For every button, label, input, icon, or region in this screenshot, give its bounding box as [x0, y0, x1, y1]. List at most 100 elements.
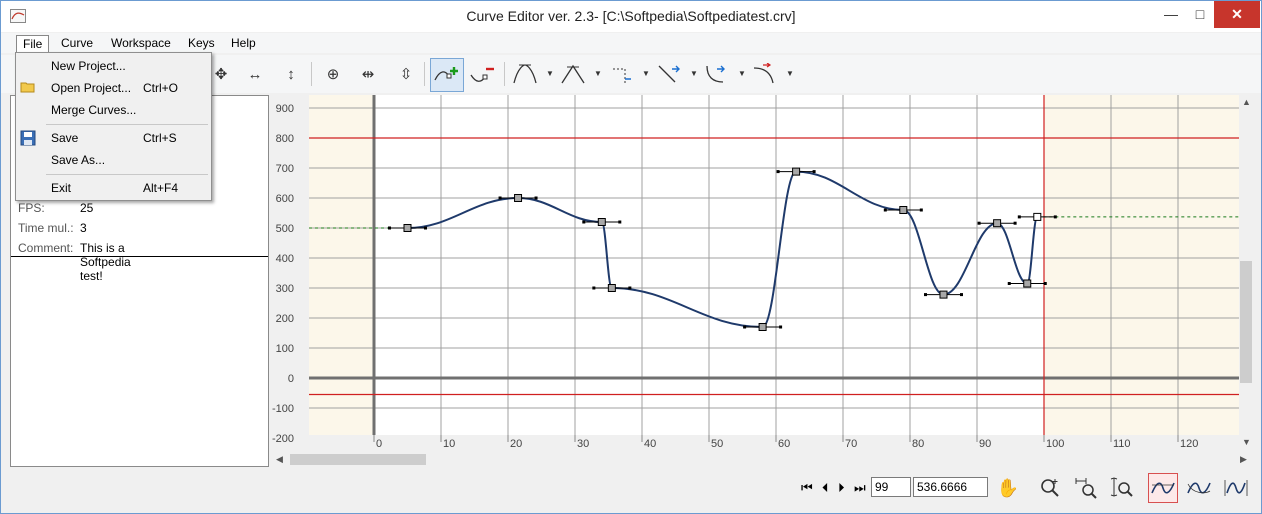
open-project-label: Open Project... [51, 81, 132, 95]
menu-separator [46, 124, 208, 125]
tangent-end [424, 226, 427, 230]
menu-item-new-project[interactable]: New Project... [16, 56, 211, 76]
x-tick-label: 110 [1113, 438, 1131, 449]
exit-shortcut: Alt+F4 [143, 181, 179, 195]
scroll-up-arrow-icon[interactable]: ▲ [1242, 97, 1251, 107]
y-tick-label: -100 [272, 403, 294, 415]
smooth-tangent-icon[interactable] [511, 60, 539, 88]
last-frame-icon[interactable]: ⏭ [854, 480, 866, 496]
curve-chart[interactable]: 900 800 700 600 500 400 300 200 100 0 -100 -200 0 10 2… [270, 95, 1253, 450]
previous-frame-icon[interactable]: ⏴ [822, 480, 829, 496]
scale-keys-icon[interactable]: ⊕ [319, 60, 347, 88]
add-key-icon[interactable] [430, 58, 464, 92]
horizontal-scrollbar[interactable]: ◀ ▶ [270, 450, 1253, 468]
menu-item-open-project[interactable]: Open Project... Ctrl+O [16, 78, 211, 98]
curve-chart-area[interactable]: 900 800 700 600 500 400 300 200 100 0 -100 -200 0 10 2… [270, 95, 1253, 450]
key-point[interactable] [597, 218, 606, 226]
menu-workspace[interactable]: Workspace [105, 35, 177, 53]
window-title: Curve Editor ver. 2.3- [C:\Softpedia\Sof… [466, 8, 796, 24]
zoom-icon[interactable] [1035, 473, 1065, 503]
application-window: Curve Editor ver. 2.3- [C:\Softpedia\Sof… [0, 0, 1262, 514]
time-mul-row: Time mul.: 3 [18, 221, 87, 235]
panel-divider [11, 256, 268, 257]
menu-keys[interactable]: Keys [182, 35, 221, 53]
key-point[interactable] [899, 206, 908, 214]
tangent-end [977, 221, 981, 225]
tangent-end [919, 208, 923, 212]
y-tick-label: -200 [272, 433, 294, 445]
menu-item-merge-curves[interactable]: Merge Curves... [16, 100, 211, 120]
scroll-right-arrow-icon[interactable]: ▶ [1240, 454, 1247, 465]
frame-input[interactable] [871, 477, 911, 497]
title-bar: Curve Editor ver. 2.3- [C:\Softpedia\Sof… [1, 1, 1261, 32]
scale-vertical-icon[interactable]: ⇳ [392, 60, 420, 88]
dropdown-arrow-icon[interactable]: ▼ [690, 69, 698, 78]
minimize-button[interactable]: — [1156, 1, 1186, 28]
y-tick-label: 500 [276, 223, 294, 235]
dropdown-arrow-icon[interactable]: ▼ [594, 69, 602, 78]
vertical-scroll-thumb[interactable] [1240, 261, 1252, 383]
key-point[interactable] [607, 284, 616, 292]
save-as-label: Save As... [51, 153, 106, 167]
tangent-end [534, 196, 538, 200]
key-point[interactable] [1023, 279, 1032, 288]
auto-tangent-icon[interactable] [750, 60, 778, 88]
key-point[interactable] [1033, 212, 1042, 221]
in-tangent-icon[interactable] [655, 60, 683, 88]
key-point[interactable] [514, 194, 523, 202]
key-value-input[interactable] [913, 477, 988, 497]
show-selected-curve-icon[interactable] [1184, 473, 1214, 503]
tangent-end [743, 325, 747, 329]
key-point[interactable] [758, 323, 767, 331]
menu-separator [46, 174, 208, 175]
menu-item-exit[interactable]: Exit Alt+F4 [16, 178, 211, 198]
key-point[interactable] [403, 224, 412, 232]
key-point[interactable] [993, 219, 1002, 228]
step-tangent-icon[interactable] [608, 60, 636, 88]
menu-bar: File Curve Workspace Keys Help [1, 33, 1261, 53]
maximize-button[interactable]: □ [1186, 1, 1214, 28]
pan-hand-icon[interactable]: ✋ [993, 473, 1023, 503]
menu-item-save-as[interactable]: Save As... [16, 150, 211, 170]
menu-help[interactable]: Help [225, 35, 262, 53]
x-tick-label: 90 [979, 438, 991, 449]
dropdown-arrow-icon[interactable]: ▼ [738, 69, 746, 78]
horizontal-scroll-thumb[interactable] [290, 454, 426, 465]
dropdown-arrow-icon[interactable]: ▼ [786, 69, 794, 78]
scale-horizontal-icon[interactable]: ⇹ [354, 60, 382, 88]
merge-curves-label: Merge Curves... [51, 103, 137, 117]
scroll-left-arrow-icon[interactable]: ◀ [276, 454, 283, 465]
menu-item-save[interactable]: Save Ctrl+S [16, 128, 211, 148]
fit-curves-icon[interactable] [1221, 473, 1251, 503]
tangent-end [582, 220, 586, 224]
fps-value: 25 [80, 201, 94, 215]
x-tick-label: 80 [912, 438, 924, 449]
linear-tangent-icon[interactable] [559, 60, 587, 88]
x-tick-label: 70 [845, 438, 857, 449]
menu-file[interactable]: File [16, 35, 50, 53]
first-frame-icon[interactable]: ⏮ [801, 480, 813, 496]
close-button[interactable]: ✕ [1214, 1, 1260, 28]
next-frame-icon[interactable]: ⏵ [838, 480, 845, 496]
move-horizontal-icon[interactable]: ↔ [241, 60, 269, 88]
new-project-label: New Project... [51, 59, 126, 73]
menu-curve[interactable]: Curve [55, 35, 99, 53]
zoom-horizontal-icon[interactable] [1071, 473, 1101, 503]
key-point[interactable] [939, 290, 948, 299]
scroll-down-arrow-icon[interactable]: ▼ [1242, 437, 1251, 447]
dropdown-arrow-icon[interactable]: ▼ [546, 69, 554, 78]
move-vertical-icon[interactable]: ↕ [277, 60, 305, 88]
y-tick-label: 100 [276, 343, 294, 355]
exit-label: Exit [51, 181, 72, 195]
dropdown-arrow-icon[interactable]: ▼ [642, 69, 650, 78]
fps-row: FPS: 25 [18, 201, 93, 215]
vertical-scrollbar[interactable]: ▲ ▼ [1239, 95, 1253, 449]
tangent-end [1017, 215, 1021, 219]
delete-key-icon[interactable] [469, 60, 497, 88]
show-all-curves-icon[interactable] [1148, 473, 1178, 503]
zoom-vertical-icon[interactable] [1107, 473, 1137, 503]
out-tangent-icon[interactable] [702, 60, 730, 88]
y-tick-label: 300 [276, 283, 294, 295]
key-point[interactable] [792, 167, 801, 176]
toolbar-separator [424, 62, 425, 86]
